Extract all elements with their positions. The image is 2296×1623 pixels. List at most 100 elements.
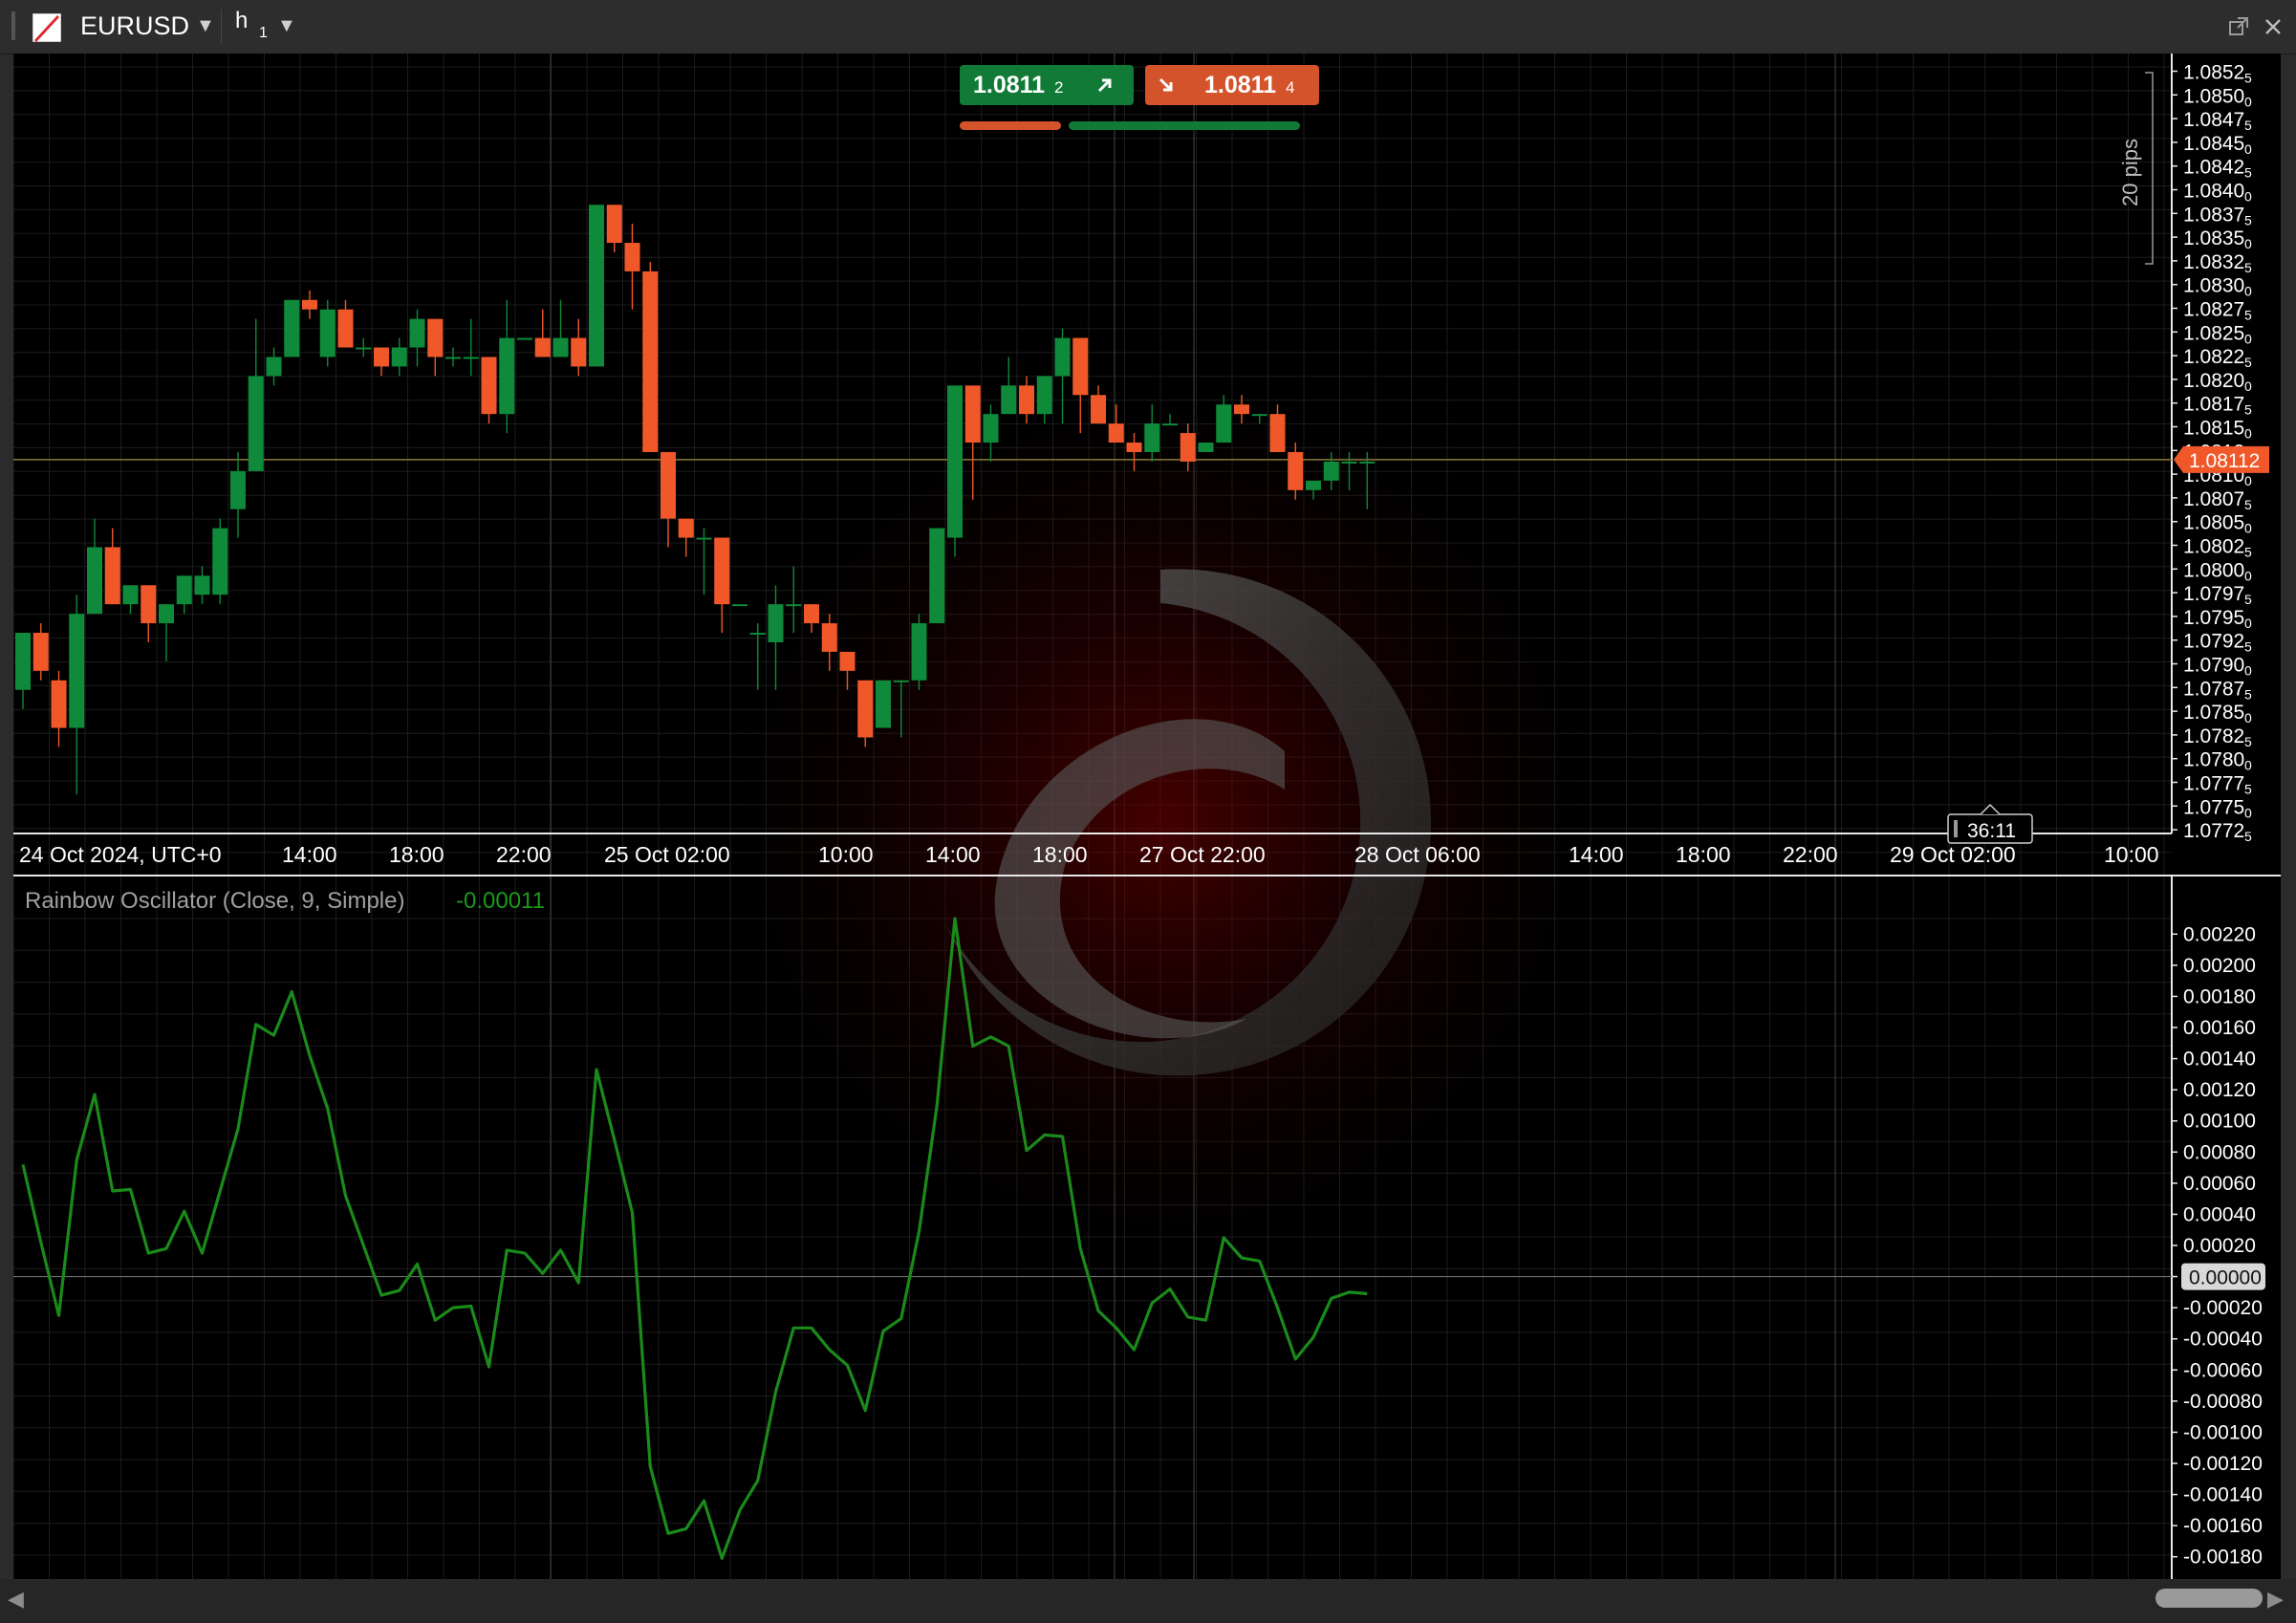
scroll-right-icon[interactable]: ▶ [2267, 1587, 2284, 1612]
candle-body [661, 451, 676, 519]
candle-body [69, 614, 85, 728]
scroll-left-icon[interactable]: ◀ [8, 1587, 24, 1612]
candle-body [768, 604, 784, 642]
osc-tick-label: 0.00220 [2183, 923, 2256, 945]
candle-body [1359, 461, 1375, 464]
candle-body [266, 357, 282, 377]
price-tick-sub: 0 [2244, 616, 2252, 631]
drag-grip-icon[interactable] [11, 11, 15, 40]
candle-body [1216, 404, 1232, 444]
indicator-title: Rainbow Oscillator (Close, 9, Simple) [25, 888, 404, 914]
candle-body [517, 337, 532, 340]
oscillator-axis[interactable]: 0.00220 0.00200 0.00180 0.00160 0.00140 0.001… [2172, 923, 2265, 1569]
candle-body [356, 347, 372, 350]
candle-body [1288, 451, 1304, 490]
osc-tick-label: 0.00060 [2183, 1173, 2256, 1195]
time-tick-label: 29 Oct 02:00 [1890, 842, 2016, 867]
pips-ruler [2145, 72, 2154, 265]
candle-body [642, 270, 659, 452]
osc-tick-label: -0.00100 [2183, 1421, 2263, 1443]
price-tick-label: 1.0795 [2183, 607, 2244, 629]
candle-body [104, 547, 120, 605]
candle-body [427, 318, 444, 357]
osc-tick-label: -0.00020 [2183, 1297, 2263, 1319]
close-icon[interactable] [2262, 15, 2285, 38]
chart-canvas[interactable]: 1.0852 51.0850 01.0847 51.0845 01.0842 51.084… [13, 54, 2281, 1579]
candle-body [159, 604, 174, 624]
timeframe-dropdown-icon[interactable]: ▼ [277, 15, 296, 37]
symbol-dropdown-icon[interactable]: ▼ [196, 15, 215, 37]
price-tick-sub: 0 [2244, 568, 2252, 583]
osc-tick-label: -0.00140 [2183, 1484, 2263, 1506]
candle-body [1198, 443, 1214, 452]
price-tick-sub: 0 [2244, 758, 2252, 773]
candle-body [1126, 443, 1142, 452]
osc-tick-label: 0.00140 [2183, 1049, 2256, 1071]
osc-tick-label: -0.00060 [2183, 1359, 2263, 1381]
osc-tick-label: 0.00020 [2183, 1235, 2256, 1257]
candle-body [1019, 385, 1034, 415]
price-tick-label: 1.0845 [2183, 133, 2244, 155]
sell-button[interactable]: 1.0811 4 [1145, 65, 1319, 105]
candle-body [1341, 461, 1357, 464]
candle-body [1323, 461, 1339, 481]
price-tick-sub: 0 [2244, 189, 2252, 205]
price-tick-sub: 0 [2244, 331, 2252, 346]
candle-body [248, 376, 264, 471]
price-tick-label: 1.0780 [2183, 749, 2244, 771]
price-tick-sub: 5 [2244, 71, 2252, 86]
time-tick-label: 22:00 [1783, 842, 1838, 867]
buy-price-pip: 2 [1054, 78, 1064, 97]
buy-button[interactable]: 1.0811 2 [960, 65, 1134, 105]
candle-body [1269, 414, 1286, 452]
price-tick-sub: 0 [2244, 284, 2252, 299]
eur-usd-flag-icon [32, 13, 61, 42]
candle-body [445, 357, 461, 359]
candle-body [696, 537, 712, 540]
time-tick-label: 18:00 [1676, 842, 1731, 867]
candle-body [284, 299, 300, 357]
candle-body [1108, 423, 1124, 444]
osc-tick-label: -0.00040 [2183, 1329, 2263, 1351]
price-tick-sub: 5 [2244, 734, 2252, 749]
detach-window-icon[interactable] [2227, 15, 2250, 38]
horizontal-scrollbar[interactable]: ◀ ▶ [0, 1579, 2296, 1623]
price-tick-label: 1.0792 [2183, 631, 2244, 653]
price-tick-label: 1.0787 [2183, 678, 2244, 700]
candle-body [857, 680, 874, 738]
candle-body [499, 337, 515, 415]
price-tick-label: 1.0840 [2183, 181, 2244, 203]
price-tick-label: 1.0847 [2183, 109, 2244, 131]
ctrader-watermark-logo [702, 359, 1619, 1277]
divider [221, 10, 222, 44]
arrow-up-right-icon [1097, 78, 1112, 93]
price-tick-label: 1.0772 [2183, 820, 2244, 842]
price-tick-label: 1.0782 [2183, 725, 2244, 747]
price-tick-sub: 0 [2244, 94, 2252, 109]
timeframe-label[interactable]: h [235, 8, 248, 34]
candle-body [911, 623, 927, 681]
price-tick-label: 1.0800 [2183, 559, 2244, 581]
price-tick-label: 1.0827 [2183, 299, 2244, 321]
candle-body [51, 680, 67, 728]
zero-value-label: 0.00000 [2189, 1267, 2262, 1289]
osc-tick-label: 0.00160 [2183, 1017, 2256, 1039]
candle-body [1001, 385, 1017, 415]
candle-body [32, 633, 49, 671]
candle-body [230, 470, 246, 509]
symbol-label[interactable]: EURUSD [80, 11, 189, 41]
scrollbar-thumb[interactable] [2155, 1589, 2263, 1608]
candle-body [141, 585, 157, 624]
candle-body [839, 651, 856, 671]
countdown-label: 36:11 [1967, 820, 2016, 842]
osc-tick-label: 0.00080 [2183, 1141, 2256, 1163]
candle-body [15, 633, 31, 690]
candle-body [87, 547, 102, 615]
chart-area[interactable]: 1.0852 5 1.0850 0 1.0847 5 1.0845 0 1.0842 5 1.084… [13, 54, 2281, 1579]
overlay: Rainbow Oscillator (Close, 9, Simple) -0.… [25, 888, 545, 914]
price-tick-sub: 5 [2244, 165, 2252, 181]
price-axis[interactable]: 1.0852 51.0850 01.0847 51.0845 01.0842 51.084… [2118, 62, 2269, 845]
sell-price-pip: 4 [1286, 78, 1295, 97]
candle-body [624, 243, 640, 271]
price-tick-sub: 5 [2244, 402, 2252, 418]
